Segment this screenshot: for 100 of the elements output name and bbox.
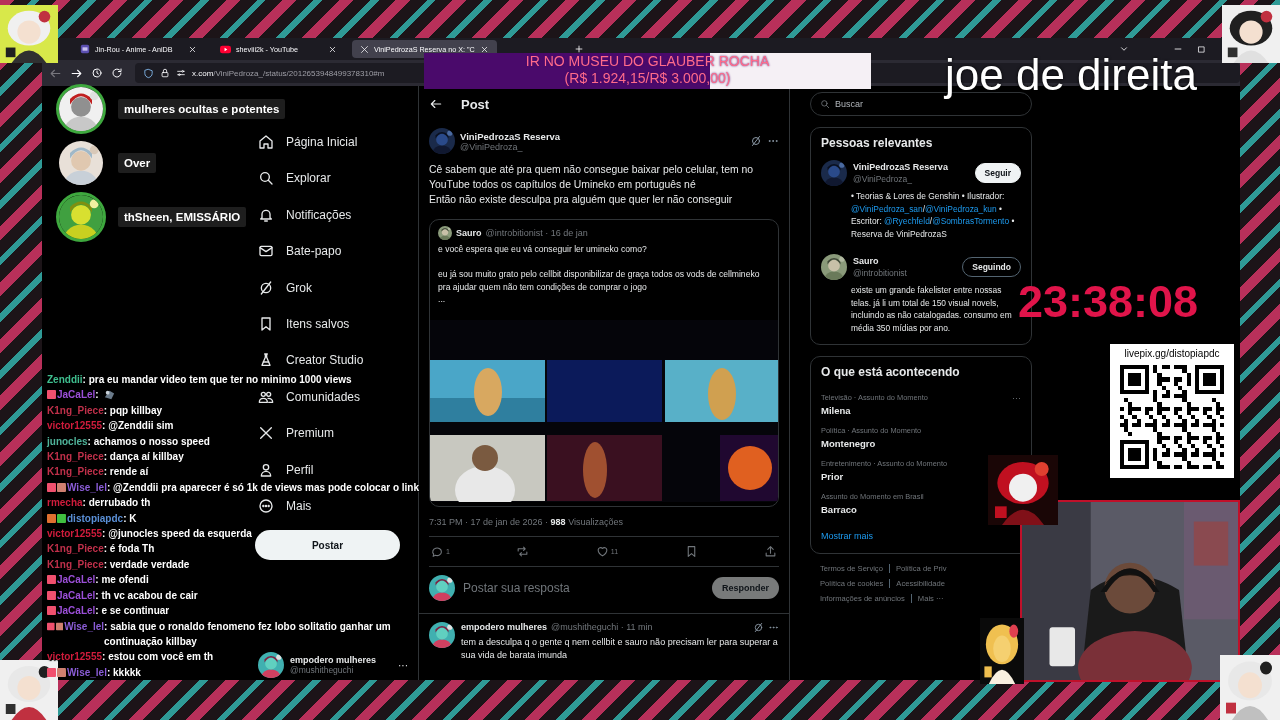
- nav-link[interactable]: Itens salvos: [255, 313, 350, 334]
- chat-username: Wise_lel: [67, 665, 107, 680]
- follow-button[interactable]: Seguir: [974, 163, 1021, 183]
- chat-username: K1ng_Piece: [47, 542, 104, 557]
- person-icon: [258, 461, 274, 478]
- clock-icon[interactable]: [91, 67, 103, 79]
- show-more-link[interactable]: Mostrar mais: [821, 531, 1021, 541]
- nav-link[interactable]: Bate-papo: [255, 241, 342, 262]
- chat-username: Wise_lel: [67, 480, 107, 495]
- chat-text: : sabia que o ronaldo fenomeno fez lobo solitatio ganhar um continuação killbay: [104, 619, 392, 649]
- flask-icon: [258, 352, 274, 369]
- chat-username: K1ng_Piece: [47, 403, 104, 418]
- trend-name[interactable]: Barraco: [821, 504, 857, 515]
- mention-link[interactable]: @SombrasTormento: [932, 216, 1010, 226]
- chat-text: : @Zenddii sim: [102, 419, 174, 434]
- author-handle: @ViniPedroza_: [460, 141, 524, 152]
- home-icon: [258, 134, 274, 150]
- close-icon[interactable]: [479, 44, 489, 54]
- slashed-circle-icon[interactable]: [750, 135, 762, 147]
- nav-link[interactable]: Página Inicial: [255, 132, 358, 152]
- repost-icon: [516, 544, 530, 558]
- mention-link[interactable]: @ViniPedroza_kun: [925, 203, 997, 214]
- post-timestamp: 7:31 PM · 17 de jan de 2026 · 988 Visualizações: [429, 515, 624, 529]
- lock-icon: [160, 68, 170, 78]
- profile-name: Sauro: [853, 256, 880, 266]
- nav-link[interactable]: Perfil: [255, 459, 314, 480]
- profile-handle: @ViniPedroza_: [853, 174, 914, 184]
- comment-icon: [431, 544, 444, 558]
- chat-text: : th vc acabou de cair: [95, 588, 198, 603]
- chat-text: : estou com você em th: [102, 650, 214, 665]
- close-icon[interactable]: [328, 44, 337, 54]
- chat-text: : é foda Th: [103, 542, 155, 557]
- nav-link[interactable]: Mais: [255, 495, 312, 516]
- chat-text: : verdade verdade: [103, 557, 190, 572]
- quoted-post-card[interactable]: [429, 219, 779, 507]
- more-icon: [258, 497, 274, 514]
- chat-username: rmecha: [47, 496, 83, 511]
- profile-handle: @introbitionist: [853, 268, 907, 278]
- chat-text: : pra eu mandar video tem que ter no minimo 1000 views: [82, 373, 352, 387]
- nav-link[interactable]: Comunidades: [255, 386, 361, 407]
- emote-icon: [102, 388, 116, 402]
- search-icon: [258, 170, 274, 187]
- mention-link[interactable]: @ViniPedroza_san: [851, 203, 923, 214]
- chat-text: : @junocles speed da esquerda: [102, 527, 252, 542]
- nav-link[interactable]: Creator Studio: [255, 350, 364, 371]
- repost-button[interactable]: [516, 544, 530, 558]
- chat-text: : @Zenddii pra aparecer é só 1k de views mas pode colocar o link: [106, 480, 420, 495]
- nav-link[interactable]: Notificações: [255, 204, 352, 225]
- voice-user-name: thSheen, EMISSÁRIO: [118, 207, 247, 227]
- url-text: x.com/ViniPedroza_/status/2012653948499378310#m: [192, 68, 385, 78]
- chat-text: : achamos o nosso speed: [87, 434, 210, 449]
- chat-text: :: [95, 388, 99, 403]
- more-button[interactable]: ···: [398, 659, 408, 671]
- chat-text: : K: [123, 511, 137, 526]
- trend-name[interactable]: Montenegro: [821, 438, 876, 449]
- chat-text: : rende aí: [103, 465, 149, 480]
- trend-name[interactable]: Prior: [821, 471, 844, 482]
- voice-user-name: Over: [118, 153, 157, 173]
- profile-name: ViniPedrozaS Reserva: [853, 162, 948, 172]
- back-arrow-icon[interactable]: [429, 97, 443, 111]
- post-button[interactable]: Postar: [255, 530, 400, 561]
- trend-name[interactable]: Milena: [821, 405, 851, 416]
- square-icon: [80, 44, 90, 54]
- post-meta: @mushitheguchi · 11 min: [551, 622, 653, 632]
- page-title: Post: [461, 96, 490, 112]
- slashed-circle-icon: [258, 279, 274, 296]
- slashed-circle-icon[interactable]: [753, 621, 764, 633]
- share-button[interactable]: [764, 544, 777, 558]
- reload-icon[interactable]: [111, 67, 123, 79]
- cross-icon: [258, 425, 274, 442]
- chat-text: : kkkkk: [106, 665, 141, 680]
- chevron-icon[interactable]: [1119, 44, 1129, 54]
- quoted-text: e você espera que eu vá conseguir ler umineko como? eu já sou muito grato pelo cellbit disponibilizar de graça todos os vods de cellmineko pra ajudar quem não tem condições de comprar o jogo ...: [437, 243, 761, 306]
- sliders-icon[interactable]: [176, 68, 186, 78]
- nav-link[interactable]: Grok: [255, 277, 312, 298]
- mention-link[interactable]: @Ryechfeld: [884, 216, 930, 226]
- close-icon[interactable]: [188, 44, 197, 54]
- author-name: empodero mulheres: [461, 622, 548, 632]
- nav-link[interactable]: Premium: [255, 423, 334, 444]
- plus-icon[interactable]: [573, 44, 584, 54]
- share-icon: [764, 544, 777, 558]
- heart-icon: [595, 544, 609, 558]
- card-title: Pessoas relevantes: [821, 136, 934, 150]
- nav-link[interactable]: Explorar: [255, 168, 331, 189]
- chat-text: : dança aí killbay: [103, 450, 184, 465]
- chat-text: : derrubado th: [82, 496, 151, 511]
- shield-icon[interactable]: [143, 67, 154, 79]
- search-icon: [820, 99, 830, 109]
- profile-bio: • Teorias & Lores de Genshin • Ilustrador: @ViniPedroza_san/@ViniPedroza_kun • Escritor: @Ryechfeld/@SombrasTormento • Reserva de ViniPedrozaS: [851, 190, 1016, 240]
- chat-username: junocles: [47, 434, 88, 449]
- more-button[interactable]: ···: [1012, 393, 1021, 403]
- chat-text: : me ofendi: [95, 573, 149, 588]
- chat-username: K1ng_Piece: [47, 450, 104, 465]
- maximize-icon[interactable]: [1197, 44, 1206, 54]
- chat-username: K1ng_Piece: [47, 465, 104, 480]
- chat-text: : e se continuar: [95, 604, 170, 619]
- author-name: Sauro: [456, 228, 482, 238]
- post-text: Cê sabem que até pra quem não consegue baixar pelo celular, tem no YouTube todos os capítulos de Umineko em português né Então não existe desculpa pra alguém que quer ler não conseguir: [429, 163, 755, 207]
- chat-text: : pqp killbay: [103, 403, 163, 418]
- profile-bio: existe um grande fakelister entre nossas telas. já li um total de 150 visual novels, incluindo as não catalogadas. consumo em média 350 mídias por ano.: [851, 284, 1013, 334]
